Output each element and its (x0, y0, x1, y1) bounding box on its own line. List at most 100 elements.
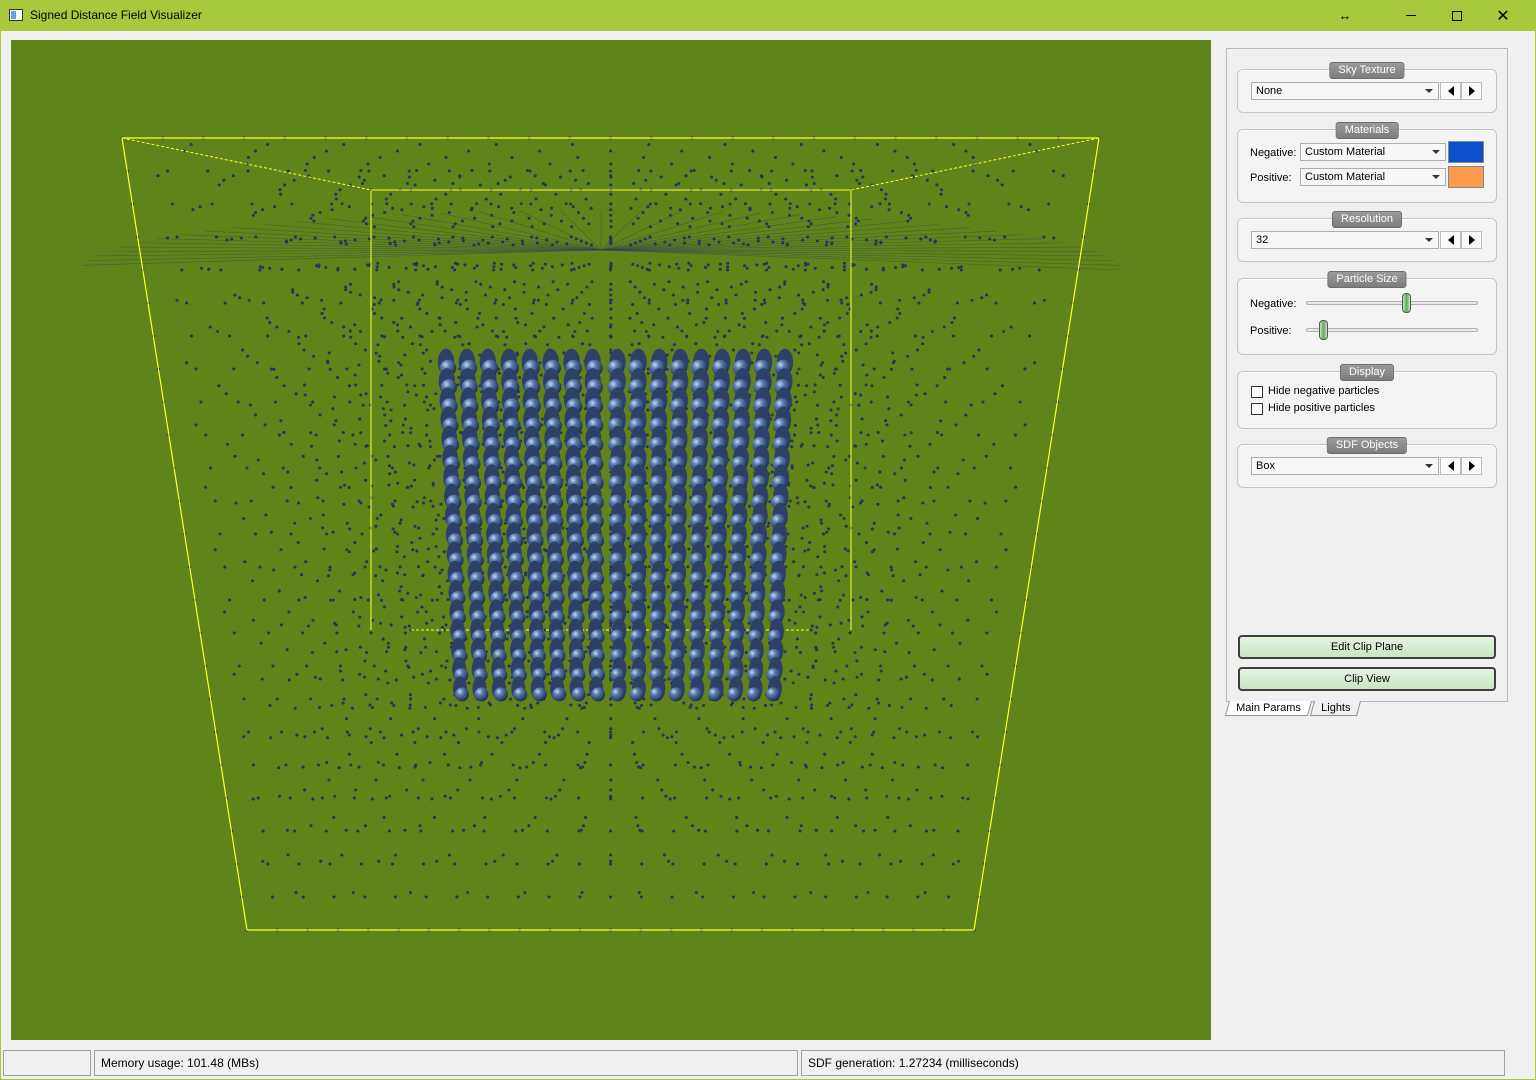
particle-size-group: Particle Size Negative: Positive: (1237, 271, 1497, 355)
negative-particle-sphere (649, 687, 664, 702)
negative-material-select[interactable]: Custom Material (1300, 143, 1446, 161)
display-title: Display (1339, 364, 1395, 381)
negative-particle-sphere (474, 687, 489, 702)
negative-particle-sphere (610, 687, 625, 702)
depth-ray (440, 212, 602, 251)
negative-particle-sphere (591, 687, 606, 702)
particle-size-title: Particle Size (1327, 271, 1407, 288)
negative-particle-sphere (629, 687, 644, 702)
negative-particle-sphere (455, 687, 469, 702)
sky-texture-prev-button[interactable] (1440, 82, 1461, 100)
negative-particle-sphere (727, 687, 742, 702)
arrow-left-icon (1447, 461, 1454, 471)
positive-color-swatch[interactable] (1448, 166, 1484, 188)
hide-positive-checkbox[interactable] (1251, 403, 1263, 415)
materials-title: Materials (1335, 122, 1399, 139)
negative-particle-sphere (707, 687, 722, 702)
sky-texture-select[interactable]: None (1251, 82, 1439, 100)
depth-ray (401, 214, 602, 251)
negative-particle-sphere (532, 687, 547, 702)
sdf-objects-title: SDF Objects (1326, 437, 1408, 454)
negative-material-value: Custom Material (1305, 146, 1386, 158)
depth-ray (82, 249, 602, 266)
sky-texture-next-button[interactable] (1461, 82, 1482, 100)
tab-lights[interactable]: Lights (1309, 701, 1362, 716)
window-title: Signed Distance Field Visualizer (30, 8, 202, 22)
status-memory: Memory usage: 101.48 (MBs) (94, 1050, 798, 1076)
negative-particle-sphere (688, 687, 703, 702)
positive-material-value: Custom Material (1305, 171, 1386, 183)
depth-ray (600, 249, 1120, 266)
depth-ray (600, 224, 939, 251)
sdf-object-value: Box (1256, 460, 1275, 472)
positive-material-select[interactable]: Custom Material (1300, 168, 1446, 186)
negative-particle-sphere (493, 687, 508, 702)
negative-particle-sphere (746, 687, 761, 702)
status-empty-segment (3, 1050, 91, 1076)
scene-canvas[interactable] (11, 40, 1211, 1040)
arrow-right-icon (1468, 235, 1475, 245)
hide-positive-label[interactable]: Hide positive particles (1268, 402, 1375, 414)
positive-size-label: Positive: (1250, 325, 1292, 337)
status-sdf-generation: SDF generation: 1.27234 (milliseconds) (801, 1050, 1505, 1076)
negative-size-label: Negative: (1250, 298, 1297, 310)
negative-particle-sphere (766, 687, 780, 702)
arrow-right-icon (1468, 461, 1475, 471)
resolution-group: Resolution 32 (1237, 211, 1497, 262)
sky-texture-group: Sky Texture None (1237, 62, 1497, 113)
sky-texture-value: None (1256, 85, 1283, 97)
sdf-objects-group: SDF Objects Box (1237, 437, 1497, 488)
chevron-down-icon (1425, 464, 1433, 468)
minimize-icon (1406, 15, 1416, 16)
resolution-value: 32 (1256, 234, 1269, 246)
edit-clip-plane-button[interactable]: Edit Clip Plane (1238, 635, 1496, 659)
arrow-left-icon (1447, 86, 1454, 96)
resolution-title: Resolution (1332, 211, 1402, 228)
tab-lights-label: Lights (1321, 702, 1351, 714)
negative-particle-sphere (668, 687, 683, 702)
negative-size-slider[interactable] (1306, 301, 1478, 305)
box-sdf-object (437, 348, 794, 702)
sdf-object-prev-button[interactable] (1440, 457, 1461, 475)
sdf-object-select[interactable]: Box (1251, 457, 1439, 475)
minimize-button[interactable] (1388, 0, 1434, 31)
tab-main-params[interactable]: Main Params (1224, 701, 1312, 716)
title-bar[interactable]: Signed Distance Field Visualizer ↔ ✕ (0, 0, 1536, 31)
negative-material-label: Negative: (1250, 147, 1297, 159)
maximize-icon (1452, 10, 1462, 21)
negative-particle-sphere (571, 687, 586, 702)
close-button[interactable]: ✕ (1480, 0, 1526, 31)
chevron-down-icon (1425, 238, 1433, 242)
side-panel: Sky Texture None Materials Negative: Cus… (1226, 48, 1508, 702)
maximize-button[interactable] (1434, 0, 1480, 31)
tab-main-params-label: Main Params (1236, 702, 1301, 714)
app-window-icon (9, 9, 23, 21)
sky-texture-title: Sky Texture (1329, 62, 1405, 79)
bounds-edge (121, 137, 372, 191)
materials-group: Materials Negative: Custom Material Posi… (1237, 122, 1497, 203)
arrow-right-icon (1468, 86, 1475, 96)
client-area: Sky Texture None Materials Negative: Cus… (1, 31, 1535, 1079)
positive-material-label: Positive: (1250, 172, 1292, 184)
negative-size-slider-handle[interactable] (1401, 293, 1411, 313)
arrow-left-icon (1447, 235, 1454, 245)
resolution-prev-button[interactable] (1440, 231, 1461, 249)
resolution-select[interactable]: 32 (1251, 231, 1439, 249)
negative-particle-sphere (513, 687, 528, 702)
chevron-down-icon (1432, 175, 1440, 179)
negative-color-swatch[interactable] (1448, 141, 1484, 163)
positive-size-slider-handle[interactable] (1319, 320, 1329, 340)
display-group: Display Hide negative particles Hide pos… (1237, 364, 1497, 429)
hide-negative-checkbox[interactable] (1251, 386, 1263, 398)
resolution-next-button[interactable] (1461, 231, 1482, 249)
negative-particle-sphere (552, 687, 567, 702)
clip-view-button[interactable]: Clip View (1238, 667, 1496, 691)
bounds-edge (850, 137, 1100, 191)
chevron-down-icon (1432, 150, 1440, 154)
chevron-down-icon (1425, 89, 1433, 93)
sdf-object-next-button[interactable] (1461, 457, 1482, 475)
depth-ray (600, 212, 762, 251)
hide-negative-label[interactable]: Hide negative particles (1268, 385, 1379, 397)
3d-viewport[interactable] (11, 40, 1211, 1040)
positive-size-slider[interactable] (1306, 328, 1478, 332)
